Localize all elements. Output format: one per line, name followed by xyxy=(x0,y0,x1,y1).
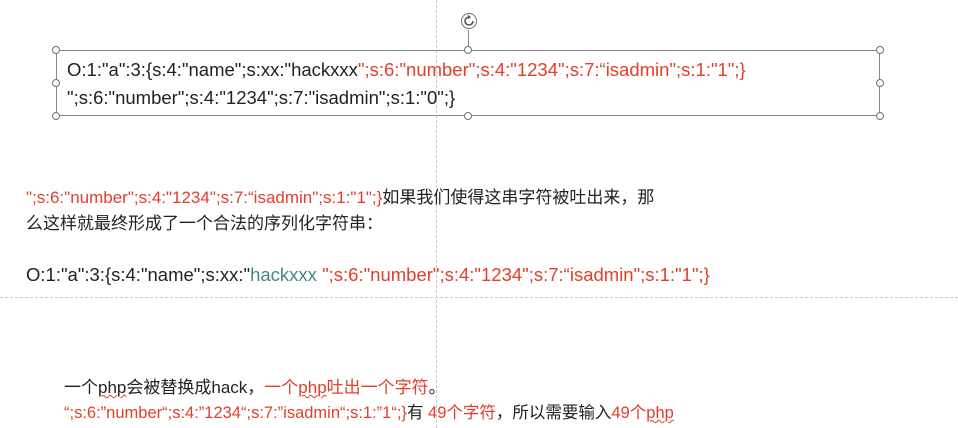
resize-handle-bottom-center[interactable] xyxy=(464,112,472,120)
para1-black: 如果我们使得这串字符被吐出来，那 xyxy=(382,188,655,207)
textbox-line-1[interactable]: O:1:"a":3:{s:4:"name";s:xx:"hackxxx";s:6… xyxy=(67,59,746,81)
para1-red: ";s:6:"number";s:4:"1234";s:7:“isadmin";… xyxy=(26,188,383,207)
paragraph-4: “;s:6:”number“;s:4:”1234“;s:7:”isadmin“;… xyxy=(64,402,674,424)
para3-php: php xyxy=(98,378,127,397)
para3-red-part1: 一个 xyxy=(264,378,299,397)
para3-red-part2: 吐出一个字符 xyxy=(326,378,429,397)
para2-teal: hackxxx xyxy=(250,264,323,285)
resize-handle-middle-left[interactable] xyxy=(52,79,60,87)
para3-part2: 会被替换成hack， xyxy=(126,378,265,397)
paragraph-2: O:1:"a":3:{s:4:"name";s:xx:"hackxxx ";s:… xyxy=(26,263,710,287)
resize-handle-bottom-left[interactable] xyxy=(52,112,60,120)
textbox-line1-red: ";s:6:"number";s:4:"1234";s:7:“isadmin";… xyxy=(357,59,746,80)
paragraph-1-line-1: ";s:6:"number";s:4:"1234";s:7:“isadmin";… xyxy=(26,187,654,209)
para2-red: ";s:6:"number";s:4:"1234";s:7:“isadmin";… xyxy=(322,264,710,285)
textbox-line2-black: ";s:6:"number";s:4:"1234";s:7:"isadmin";… xyxy=(67,87,438,108)
para4-red1: “;s:6:”number“;s:4:”1234“;s:7:”isadmin“;… xyxy=(64,404,407,422)
text-cursor: " xyxy=(437,87,444,108)
para4-red2: 49个字符 xyxy=(428,404,496,422)
resize-handle-top-center[interactable] xyxy=(464,46,472,54)
textbox-line2-end: ;} xyxy=(443,87,456,108)
paragraph-1-line-2: 么这样就最终形成了一个合法的序列化字符串： xyxy=(26,213,383,235)
resize-handle-top-right[interactable] xyxy=(876,46,884,54)
horizontal-guide-line xyxy=(0,297,958,298)
resize-handle-bottom-right[interactable] xyxy=(876,112,884,120)
paragraph-3: 一个php会被替换成hack，一个php吐出一个字符。 xyxy=(64,377,446,399)
para4-black1: 有 xyxy=(406,404,429,422)
selected-text-box[interactable]: O:1:"a":3:{s:4:"name";s:xx:"hackxxx";s:6… xyxy=(56,50,880,116)
resize-handle-top-left[interactable] xyxy=(52,46,60,54)
para1-line2: 么这样就最终形成了一个合法的序列化字符串： xyxy=(26,214,383,233)
para3-part1: 一个 xyxy=(64,378,98,397)
resize-handle-middle-right[interactable] xyxy=(876,79,884,87)
rotate-icon[interactable] xyxy=(460,12,478,30)
textbox-line-2[interactable]: ";s:6:"number";s:4:"1234";s:7:"isadmin";… xyxy=(67,87,455,109)
para4-red-php: php xyxy=(646,404,674,422)
para2-black: O:1:"a":3:{s:4:"name";s:xx:" xyxy=(26,264,251,285)
para3-red-php: php xyxy=(298,378,327,397)
para3-part3: 。 xyxy=(428,378,446,397)
para4-red3: 49个 xyxy=(611,404,647,422)
para4-black2: ，所以需要输入 xyxy=(495,404,612,422)
textbox-line1-black: O:1:"a":3:{s:4:"name";s:xx:"hackxxx xyxy=(67,59,358,80)
